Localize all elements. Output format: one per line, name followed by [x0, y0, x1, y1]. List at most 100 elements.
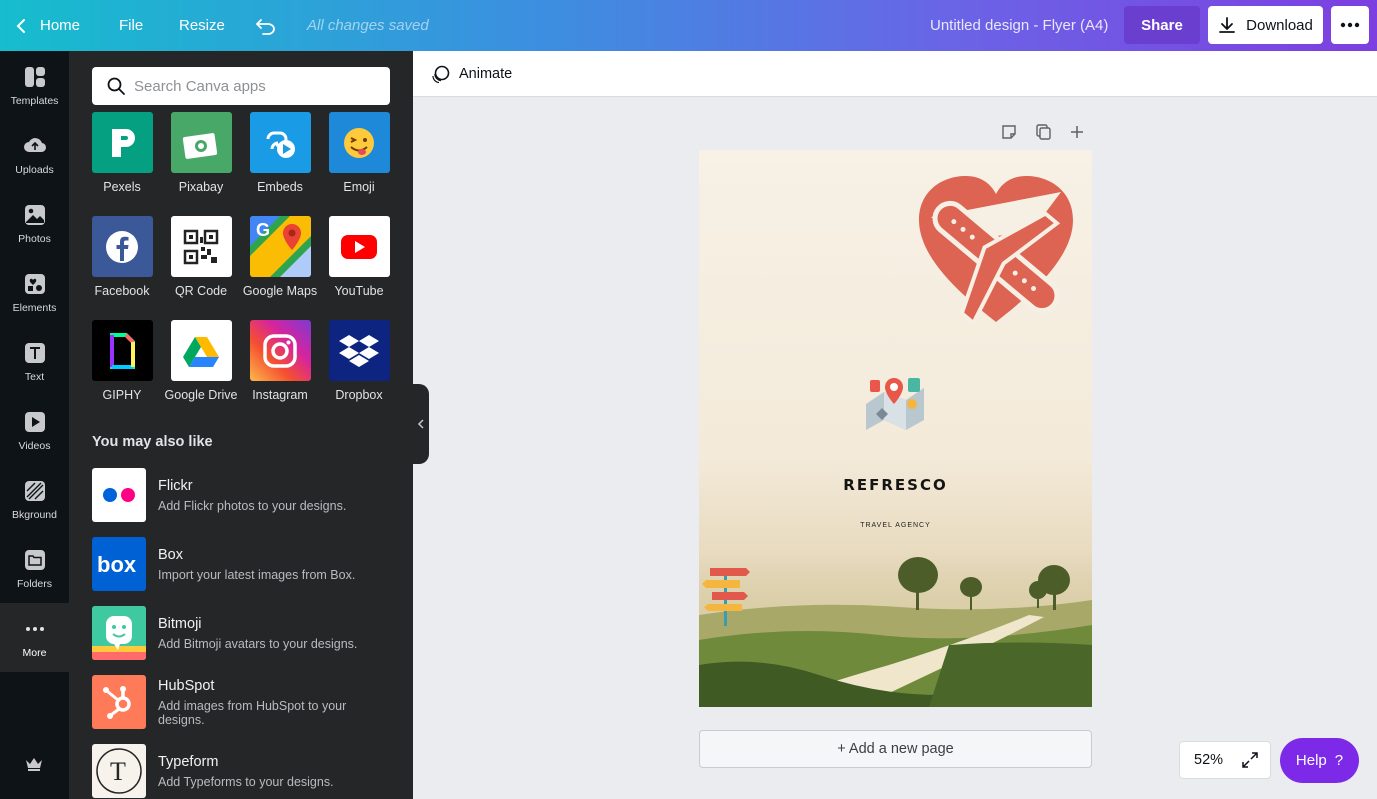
search-icon [107, 77, 125, 95]
rec-item-hubspot[interactable]: HubSpot Add images from HubSpot to your … [92, 675, 392, 729]
section-title: You may also like [92, 434, 213, 450]
note-icon[interactable] [1000, 123, 1018, 141]
heart-airplane-graphic[interactable] [911, 172, 1081, 332]
facebook-icon [91, 216, 153, 277]
app-facebook[interactable]: Facebook [82, 216, 162, 298]
app-label: Facebook [94, 284, 150, 298]
instagram-icon [249, 320, 311, 381]
app-giphy[interactable]: GIPHY [82, 320, 162, 402]
app-youtube[interactable]: YouTube [319, 216, 399, 298]
save-status: All changes saved [307, 17, 429, 34]
expand-icon[interactable] [1241, 751, 1259, 769]
app-instagram[interactable]: Instagram [240, 320, 320, 402]
nav-text[interactable]: Text [0, 327, 69, 396]
app-embeds[interactable]: Embeds [240, 112, 320, 194]
home-label: Home [40, 17, 81, 34]
app-label: GIPHY [102, 388, 142, 402]
animate-button[interactable]: Animate [431, 64, 512, 84]
share-button[interactable]: Share [1124, 6, 1200, 44]
rec-item-box[interactable]: box Box Import your latest images from B… [92, 537, 392, 591]
add-page-icon[interactable] [1068, 123, 1086, 141]
nav-label: Folders [16, 577, 52, 590]
map-pins-graphic[interactable] [864, 374, 926, 430]
typeform-icon: T [92, 744, 146, 798]
app-pexels[interactable]: Pexels [82, 112, 162, 194]
left-nav: Templates Uploads Photos Elements Text V… [0, 51, 69, 799]
app-google-maps[interactable]: G Google Maps [240, 216, 320, 298]
context-toolbar: Animate [413, 51, 1377, 97]
app-label: Google Maps [242, 284, 318, 298]
rec-item-flickr[interactable]: Flickr Add Flickr photos to your designs… [92, 468, 392, 522]
nav-templates[interactable]: Templates [0, 51, 69, 120]
nav-label: Text [24, 370, 45, 383]
zoom-control[interactable]: 52% [1179, 741, 1271, 779]
more-options-button[interactable] [1331, 6, 1369, 44]
nav-elements[interactable]: Elements [0, 258, 69, 327]
folders-icon [23, 548, 47, 572]
rec-item-bitmoji[interactable]: Bitmoji Add Bitmoji avatars to your desi… [92, 606, 392, 660]
background-icon [23, 479, 47, 503]
app-label: Instagram [252, 388, 308, 402]
rec-name: Typeform [158, 753, 219, 770]
download-button[interactable]: Download [1208, 6, 1323, 44]
app-qr-code[interactable]: QR Code [161, 216, 241, 298]
app-dropbox[interactable]: Dropbox [319, 320, 399, 402]
rec-desc: Add images from HubSpot to your designs. [158, 698, 347, 727]
add-page-button[interactable]: + Add a new page [699, 730, 1092, 768]
flyer-title[interactable]: REFRESCO [699, 476, 1092, 494]
nav-label: Photos [18, 232, 51, 245]
app-label: Pixabay [178, 180, 224, 194]
collapse-panel-button[interactable] [413, 384, 429, 464]
download-icon [1219, 17, 1236, 33]
rec-desc: Add Bitmoji avatars to your designs. [158, 636, 358, 651]
app-label: QR Code [174, 284, 228, 298]
search-input[interactable] [134, 77, 374, 95]
nav-more[interactable]: More [0, 603, 69, 672]
bitmoji-icon [92, 606, 146, 660]
photos-icon [23, 203, 47, 227]
nav-uploads[interactable]: Uploads [0, 120, 69, 189]
app-label: Google Drive [164, 388, 238, 402]
rec-desc: Add Typeforms to your designs. [158, 774, 334, 789]
duplicate-page-icon[interactable] [1034, 123, 1052, 141]
apps-panel: Pexels Pixabay Embeds Emoji Facebook QR … [69, 51, 413, 799]
nav-photos[interactable]: Photos [0, 189, 69, 258]
landscape-photo[interactable] [699, 545, 1092, 707]
app-label: YouTube [334, 284, 384, 298]
nav-label: Uploads [15, 163, 54, 176]
nav-background[interactable]: Bkground [0, 465, 69, 534]
undo-button[interactable] [255, 0, 277, 51]
home-button[interactable]: Home [16, 0, 80, 51]
pixabay-icon [170, 112, 232, 173]
svg-text:T: T [110, 757, 126, 786]
nav-folders[interactable]: Folders [0, 534, 69, 603]
crown-icon[interactable] [24, 756, 44, 777]
design-page[interactable]: REFRESCO TRAVEL AGENCY [699, 150, 1092, 707]
app-google-drive[interactable]: Google Drive [161, 320, 241, 402]
resize-button[interactable]: Resize [179, 0, 225, 51]
help-question-icon: ? [1334, 752, 1344, 769]
file-menu-button[interactable]: File [119, 0, 143, 51]
google-drive-icon [170, 320, 232, 381]
rec-name: Bitmoji [158, 615, 202, 632]
pexels-icon [91, 112, 153, 173]
nav-label: Templates [10, 94, 59, 107]
app-label: Pexels [103, 180, 141, 194]
download-label: Download [1246, 16, 1313, 34]
rec-desc: Add Flickr photos to your designs. [158, 498, 347, 513]
search-box[interactable] [92, 67, 390, 105]
app-emoji[interactable]: Emoji [319, 112, 399, 194]
chevron-left-icon [16, 18, 25, 33]
app-pixabay[interactable]: Pixabay [161, 112, 241, 194]
help-label: Help [1295, 752, 1327, 769]
top-bar: Home File Resize All changes saved Untit… [0, 0, 1377, 51]
box-icon: box [92, 537, 146, 591]
help-button[interactable]: Help ? [1280, 738, 1359, 783]
rec-item-typeform[interactable]: T Typeform Add Typeforms to your designs… [92, 744, 392, 798]
nav-videos[interactable]: Videos [0, 396, 69, 465]
design-title[interactable]: Untitled design - Flyer (A4) [930, 0, 1108, 51]
app-label: Emoji [343, 180, 375, 194]
zoom-level[interactable]: 52% [1194, 752, 1223, 768]
flyer-subtitle[interactable]: TRAVEL AGENCY [699, 522, 1092, 529]
signpost-graphic[interactable] [702, 564, 752, 628]
